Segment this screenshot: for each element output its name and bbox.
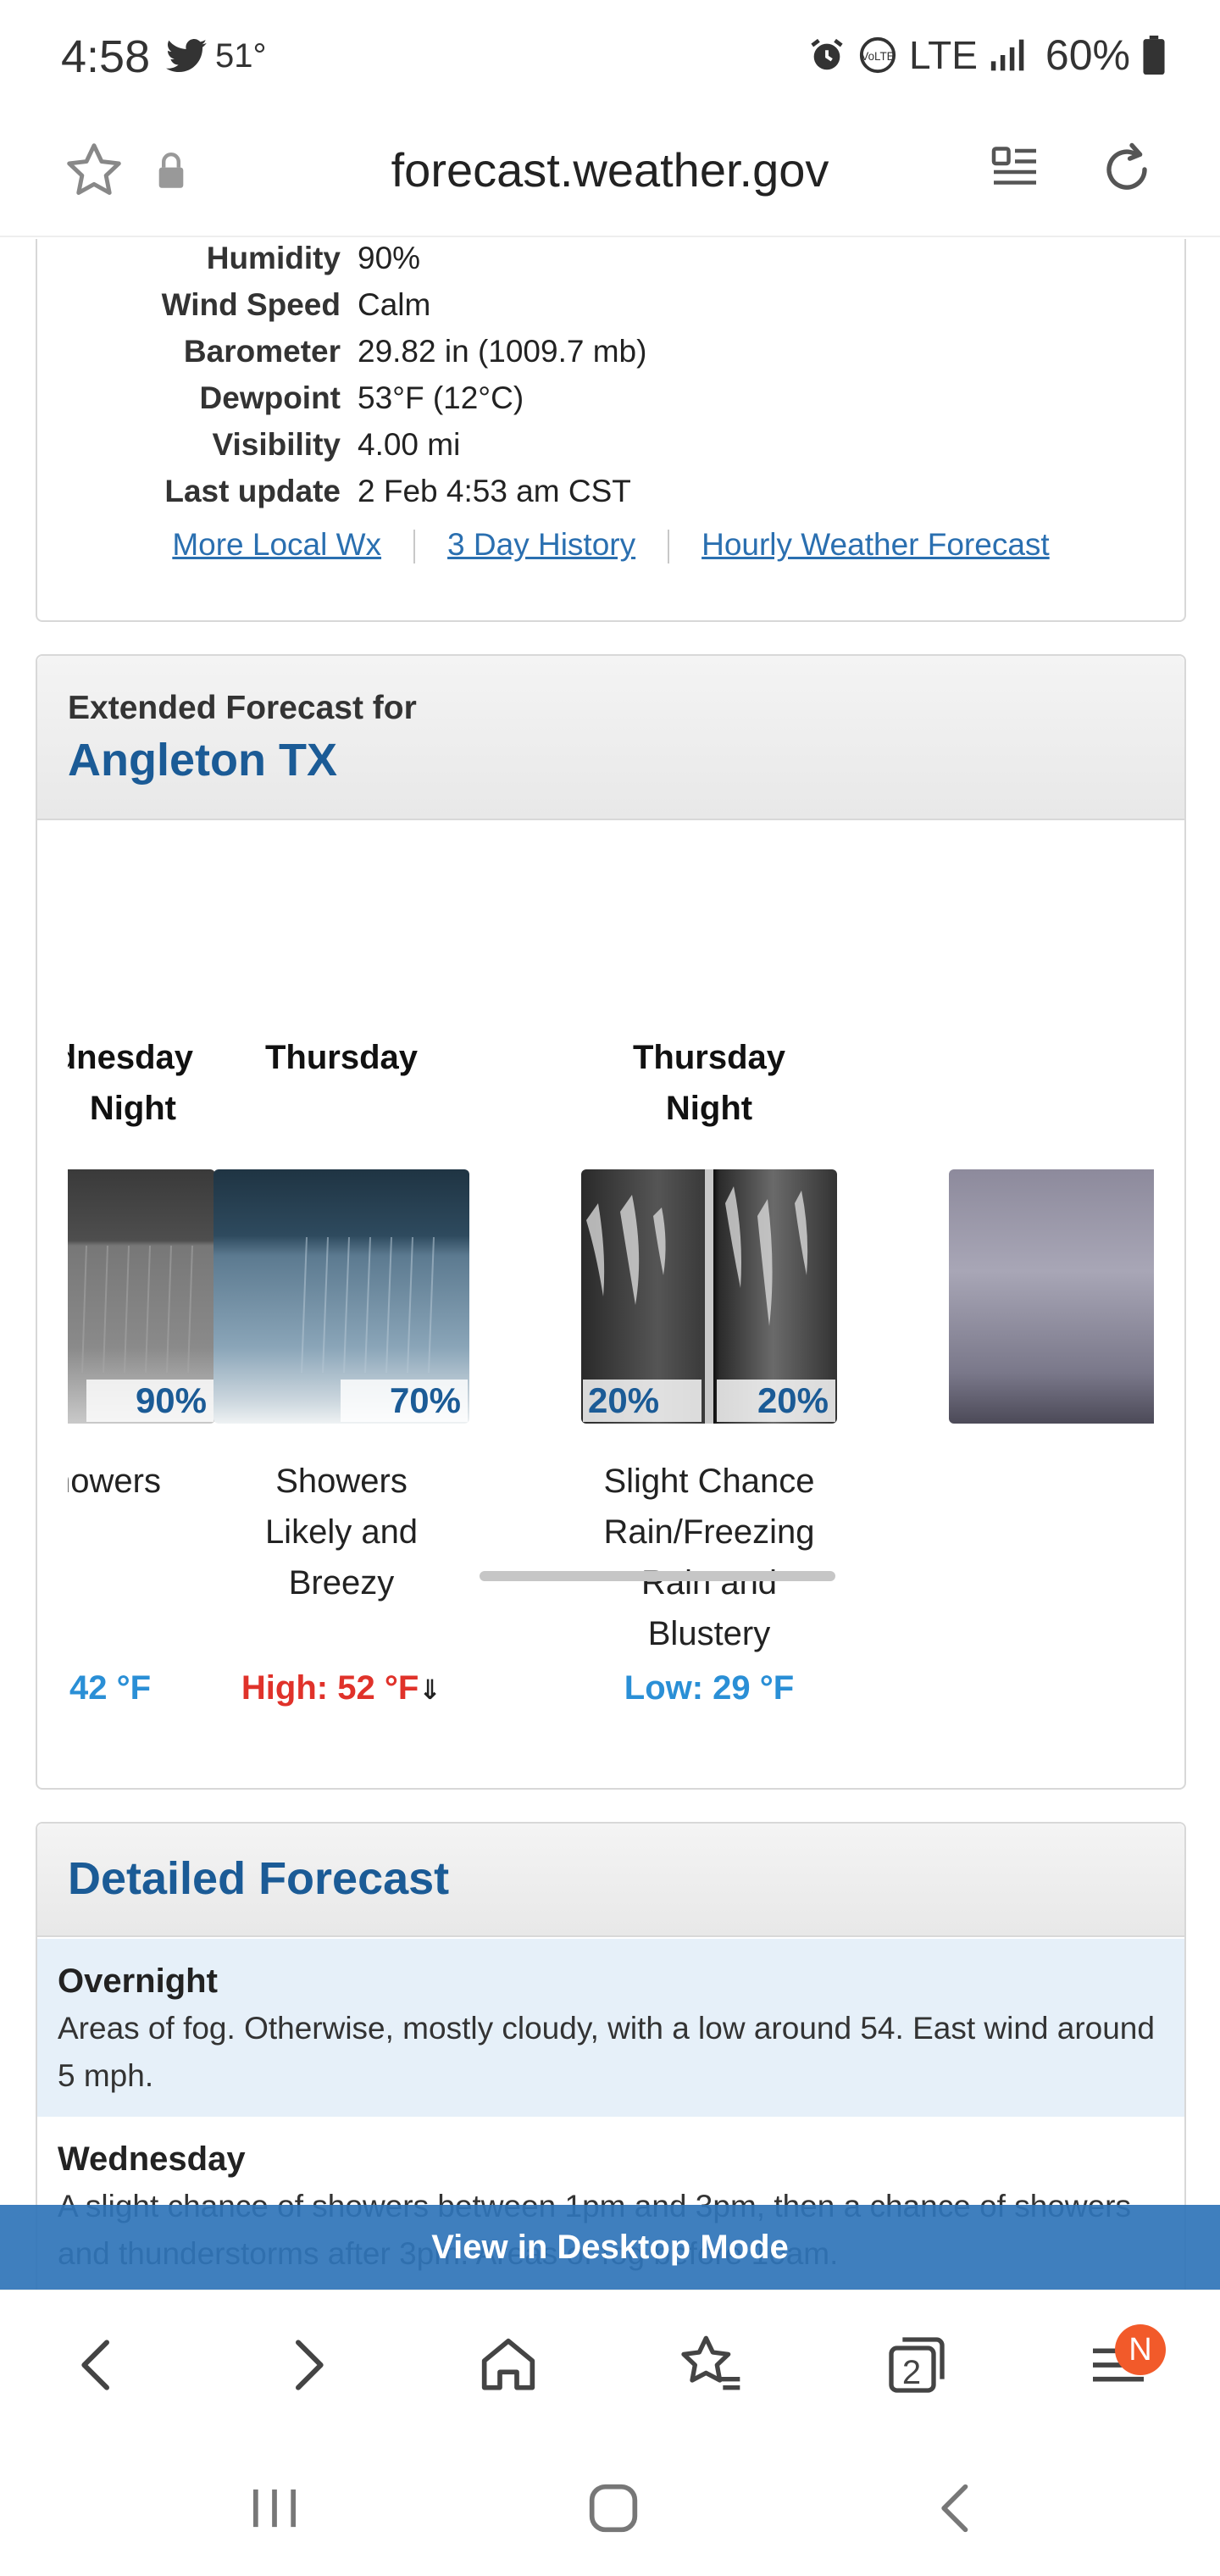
condition-row: Humidity 90% <box>37 241 1188 287</box>
period-name-line: Thursday <box>264 1039 419 1076</box>
status-time: 4:58 <box>61 31 151 82</box>
alarm-icon <box>811 38 843 70</box>
network-type: LTE <box>908 33 978 77</box>
forecast-temp-high: High: 52 °F⇓ <box>202 1669 481 1707</box>
battery-icon <box>1143 36 1165 75</box>
forecast-image-freezing-rain: 20% 20% <box>581 1169 837 1424</box>
detail-period-name: Wednesday <box>58 2140 246 2178</box>
condition-value: 53°F (12°C) <box>358 380 524 415</box>
link-divider <box>413 530 416 564</box>
detailed-forecast-title: Detailed Forecast <box>68 1853 450 1904</box>
reload-icon[interactable] <box>1096 139 1157 200</box>
condition-row: Wind Speed Calm <box>37 287 1188 334</box>
three-day-history-link[interactable]: 3 Day History <box>447 527 635 562</box>
view-desktop-mode-button[interactable]: View in Desktop Mode <box>0 2205 1220 2290</box>
carousel-scrollbar[interactable] <box>480 1571 835 1581</box>
forecast-image-showers: 70% <box>214 1169 469 1424</box>
extended-forecast-label: Extended Forecast for <box>68 690 417 726</box>
period-name-line: dnesday <box>68 1039 193 1076</box>
forecast-description-line: Breezy <box>288 1564 395 1602</box>
conditions-links: More Local Wx 3 Day History Hourly Weather… <box>37 527 1184 564</box>
condition-row: Dewpoint 53°F (12°C) <box>37 380 1188 427</box>
forecast-temp-high: Hi <box>937 1669 1154 1707</box>
forecast-temp-value: High: 52 °F <box>241 1669 419 1707</box>
browser-toolbar: 2 N <box>0 2290 1220 2439</box>
forecast-carousel[interactable]: dnesday Night 90% howers <box>68 822 1154 1754</box>
status-icons: VoLTE LTE 60% <box>807 31 1166 80</box>
twitter-icon <box>166 39 207 72</box>
recents-icon[interactable] <box>241 2476 308 2540</box>
home-icon[interactable] <box>474 2331 542 2399</box>
condition-value: Calm <box>358 287 431 322</box>
period-name: Thursday <box>202 1032 481 1083</box>
svg-text:VoLTE: VoLTE <box>861 50 894 63</box>
forward-icon[interactable] <box>273 2331 341 2399</box>
forecast-description: Slight Chance Rain/Freezing Rain and Blu… <box>569 1456 849 1659</box>
browser-address-bar: forecast.weather.gov <box>0 119 1220 237</box>
precip-chance: 90% <box>86 1380 214 1422</box>
back-nav-icon[interactable] <box>923 2476 991 2540</box>
forecast-description-line: Rain/Freezing <box>603 1513 815 1551</box>
page-content[interactable]: Humidity 90% Wind Speed Calm Barometer 2… <box>0 239 1220 2290</box>
condition-value: 29.82 in (1009.7 mb) <box>358 334 647 369</box>
bookmarks-icon[interactable] <box>678 2331 746 2399</box>
extended-forecast-header: Extended Forecast for Angleton TX <box>37 656 1184 820</box>
forecast-location: Angleton TX <box>68 735 337 786</box>
period-name: Thursday Night <box>569 1032 849 1134</box>
tabs-count: 2 <box>901 2354 922 2391</box>
more-local-wx-link[interactable]: More Local Wx <box>172 527 381 562</box>
period-name-line: Night <box>665 1090 753 1127</box>
forecast-temp-low: Low: 29 °F <box>624 1669 795 1707</box>
detailed-forecast-header: Detailed Forecast <box>37 1824 1184 1937</box>
forecast-description: Showers Likely and Breezy <box>202 1456 481 1608</box>
detail-period-text: Areas of fog. Otherwise, mostly cloudy, … <box>58 2011 1155 2093</box>
forecast-image-cloudy <box>949 1169 1154 1424</box>
precip-chance: 20% <box>583 1380 702 1422</box>
condition-label: Visibility <box>212 427 341 462</box>
condition-row: Barometer 29.82 in (1009.7 mb) <box>37 334 1188 380</box>
condition-label: Humidity <box>206 241 341 275</box>
period-name-line: Thursday <box>632 1039 786 1076</box>
forecast-description-line: Blustery <box>647 1615 771 1652</box>
home-nav-icon[interactable] <box>580 2476 647 2540</box>
precip-chance: 70% <box>341 1380 468 1422</box>
reader-mode-icon[interactable] <box>990 142 1040 193</box>
condition-value: 2 Feb 4:53 am CST <box>358 474 631 508</box>
condition-row: Last update 2 Feb 4:53 am CST <box>37 474 1188 520</box>
forecast-description-line: Rain and <box>640 1564 778 1602</box>
back-icon[interactable] <box>64 2331 132 2399</box>
condition-label: Last update <box>164 474 341 508</box>
extended-forecast-panel: Extended Forecast for Angleton TX dnesda… <box>36 654 1186 1790</box>
forecast-description-line: Showers <box>275 1463 408 1500</box>
link-divider <box>668 530 670 564</box>
detail-period-name: Overnight <box>58 1963 218 2000</box>
tabs-button[interactable]: 2 <box>883 2331 951 2399</box>
condition-row: Visibility 4.00 mi <box>37 427 1188 474</box>
system-navigation-bar <box>0 2439 1220 2576</box>
status-temp: 51° <box>215 37 267 75</box>
volte-icon: VoLTE <box>859 36 896 74</box>
signal-icon <box>990 39 1024 71</box>
forecast-image-rain: 90% <box>68 1169 215 1424</box>
status-bar: 4:58 51° VoLTE LTE 60% <box>0 0 1220 119</box>
battery-percent: 60% <box>1045 31 1130 79</box>
menu-notification-badge: N <box>1115 2324 1166 2375</box>
precip-chance: 20% <box>717 1380 835 1422</box>
forecast-description-line: Slight Chance <box>603 1463 815 1500</box>
period-name-line: Night <box>89 1090 176 1127</box>
forecast-description-line: howers <box>68 1463 161 1500</box>
hourly-forecast-link[interactable]: Hourly Weather Forecast <box>702 527 1050 562</box>
condition-value: 4.00 mi <box>358 427 461 462</box>
condition-label: Dewpoint <box>199 380 341 415</box>
detailed-forecast-row: Overnight Areas of fog. Otherwise, mostl… <box>37 1939 1184 2117</box>
current-conditions-panel: Humidity 90% Wind Speed Calm Barometer 2… <box>36 239 1186 622</box>
condition-value: 90% <box>358 241 421 275</box>
falling-temp-icon: ⇓ <box>419 1674 442 1705</box>
condition-label: Barometer <box>183 334 341 369</box>
condition-label: Wind Speed <box>161 287 341 322</box>
forecast-description-line: Likely and <box>264 1513 419 1551</box>
